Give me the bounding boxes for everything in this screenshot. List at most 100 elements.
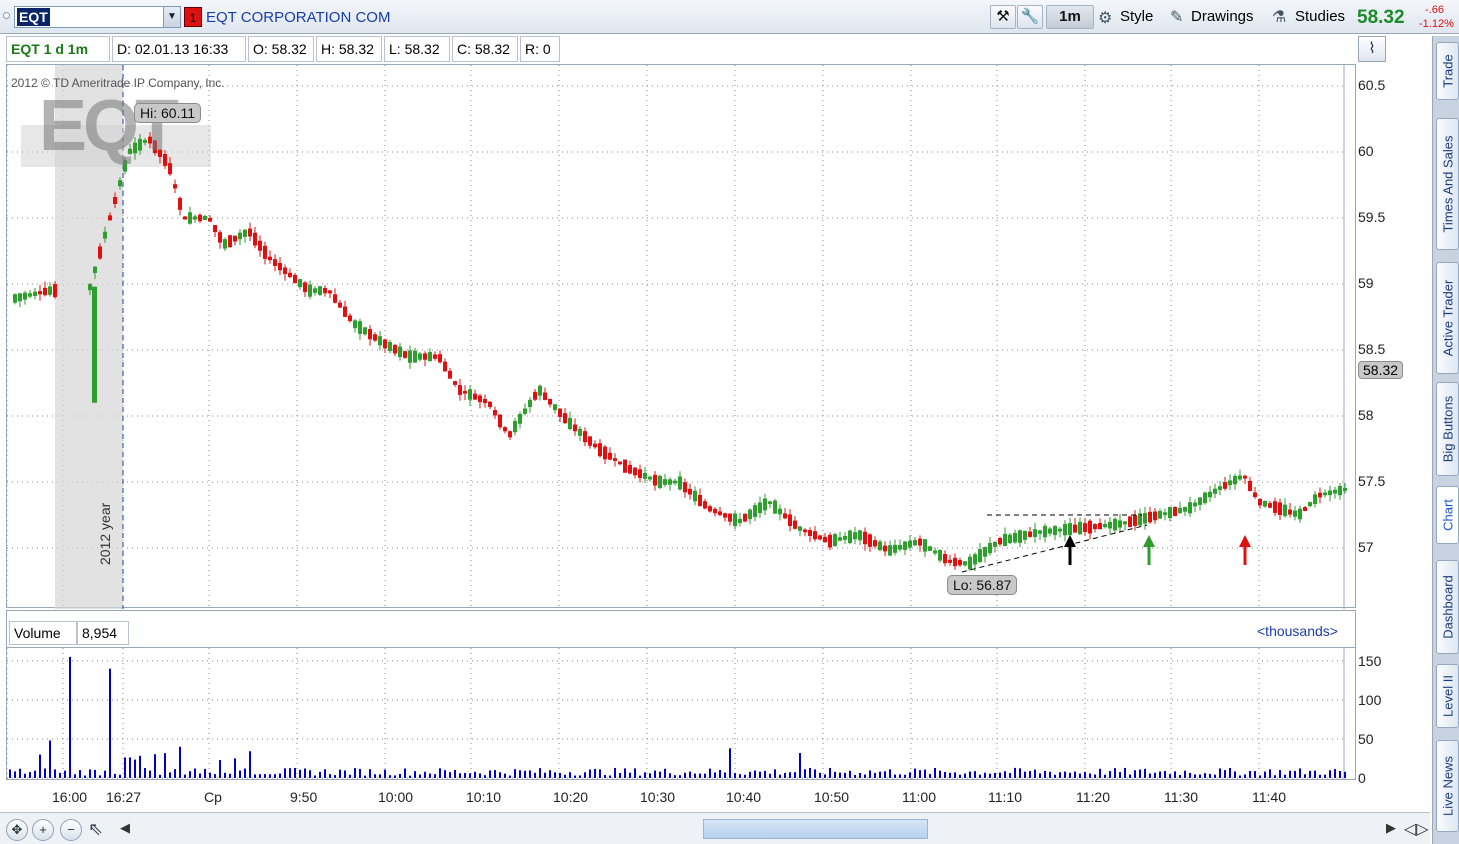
- volume-bar: [1079, 773, 1081, 778]
- tab-live-news[interactable]: Live News: [1436, 740, 1459, 832]
- candle-body: [1118, 520, 1122, 528]
- volume-bar: [494, 770, 496, 778]
- candle-body: [308, 284, 312, 297]
- volume-bar: [159, 774, 161, 778]
- volume-units: <thousands>: [1257, 623, 1338, 639]
- volume-bar: [549, 770, 551, 778]
- volume-bar: [29, 772, 31, 778]
- candle-body: [363, 327, 367, 335]
- style-button[interactable]: Style: [1120, 8, 1153, 25]
- volume-bar: [1149, 773, 1151, 778]
- volume-bar: [869, 770, 871, 778]
- candle-body: [1278, 502, 1282, 515]
- studies-icon[interactable]: ⚗: [1272, 7, 1286, 27]
- candle-body: [1303, 507, 1307, 511]
- tab-level-ii[interactable]: Level II: [1436, 664, 1459, 728]
- pan-icon[interactable]: ✥: [6, 819, 28, 841]
- price-chart[interactable]: 2012 © TD Ameritrade IP Company, Inc. EQ…: [6, 64, 1356, 609]
- candle-body: [553, 404, 557, 411]
- interval-button[interactable]: 1m: [1046, 5, 1094, 29]
- time-tick-label: 10:20: [553, 789, 589, 805]
- candle-body: [38, 291, 42, 295]
- volume-bar: [404, 768, 406, 778]
- candle-body: [1218, 486, 1222, 490]
- symbol-dropdown-icon[interactable]: ▼: [163, 6, 181, 28]
- cursor-icon[interactable]: ⇖: [88, 819, 103, 840]
- volume-bar: [214, 774, 216, 778]
- candle-body: [398, 346, 402, 358]
- bar-close: C: 58.32: [452, 36, 518, 62]
- volume-bar: [1274, 775, 1276, 778]
- candle-body: [443, 361, 447, 372]
- volume-bar: [209, 772, 211, 778]
- symbol-text[interactable]: EQT: [17, 8, 50, 26]
- volume-bar: [79, 770, 81, 778]
- volume-bar: [1294, 770, 1296, 778]
- drawings-button[interactable]: Drawings: [1191, 8, 1254, 25]
- volume-bar: [1184, 770, 1186, 778]
- volume-value: 8,954: [77, 621, 129, 645]
- time-tick-label: 10:30: [640, 789, 676, 805]
- volume-bar: [694, 773, 696, 778]
- candle-body: [863, 531, 867, 545]
- settings-tools-icon[interactable]: ⚒: [990, 5, 1016, 29]
- scroll-thumb[interactable]: [703, 819, 928, 839]
- volume-bar: [514, 769, 516, 778]
- candle-body: [928, 546, 932, 551]
- candle-body: [1183, 506, 1187, 512]
- scroll-right-icon[interactable]: ▶: [1386, 820, 1396, 836]
- tab-chart[interactable]: Chart: [1436, 486, 1459, 544]
- volume-bar: [1224, 770, 1226, 778]
- tab-trade[interactable]: Trade: [1436, 42, 1459, 100]
- candle-body: [1223, 482, 1227, 489]
- candle-body: [1128, 516, 1132, 528]
- zoom-in-icon[interactable]: +: [32, 819, 54, 841]
- scroll-left-icon[interactable]: ◀: [120, 820, 130, 836]
- volume-bar: [799, 753, 801, 778]
- candle-body: [1338, 485, 1342, 496]
- volume-bar: [544, 772, 546, 778]
- volume-bar: [719, 769, 721, 778]
- volume-bar: [49, 740, 51, 778]
- candle-body: [53, 284, 57, 298]
- volume-bar: [984, 772, 986, 778]
- zoom-out-icon[interactable]: −: [60, 819, 82, 841]
- tab-dashboard[interactable]: Dashboard: [1436, 560, 1459, 654]
- volume-bar: [769, 773, 771, 778]
- candle-body: [353, 320, 357, 329]
- tab-big-buttons[interactable]: Big Buttons: [1436, 382, 1459, 476]
- volume-bar: [469, 773, 471, 778]
- volume-bar: [1004, 771, 1006, 778]
- wrench-icon[interactable]: 🔧: [1017, 5, 1043, 29]
- radio-icon[interactable]: [3, 12, 10, 19]
- expand-icon[interactable]: ◁▷: [1404, 819, 1429, 839]
- studies-button[interactable]: Studies: [1295, 8, 1345, 25]
- tab-active-trader[interactable]: Active Trader: [1436, 262, 1459, 374]
- candle-body: [1013, 532, 1017, 543]
- style-icon[interactable]: ⚙: [1098, 8, 1112, 28]
- candle-body: [233, 235, 237, 242]
- candle-body: [988, 542, 992, 554]
- volume-bar: [64, 770, 66, 778]
- candle-body: [883, 545, 887, 552]
- candle-body: [793, 520, 797, 529]
- volume-bar: [574, 775, 576, 778]
- link-badge[interactable]: 1: [184, 7, 202, 27]
- volume-bar: [524, 770, 526, 778]
- candle-body: [13, 294, 17, 303]
- volume-bar: [669, 773, 671, 778]
- candle-body: [543, 392, 547, 400]
- volume-bar: [194, 768, 196, 778]
- candle-body: [688, 488, 692, 495]
- candle-body: [108, 215, 112, 221]
- pencil-icon[interactable]: ✎: [1170, 7, 1183, 27]
- volume-bar: [299, 769, 301, 778]
- candle-body: [328, 290, 332, 294]
- candle-body: [903, 541, 907, 550]
- chart-settings-icon[interactable]: ⌇: [1358, 36, 1386, 62]
- volume-chart[interactable]: [6, 648, 1356, 780]
- volume-bar: [1264, 771, 1266, 778]
- tab-times-and-sales[interactable]: Times And Sales: [1436, 118, 1459, 250]
- chart-scrollbar[interactable]: ✥ + − ⇖ ◀ ▶ ◁▷: [0, 812, 1430, 844]
- volume-bar: [1089, 773, 1091, 778]
